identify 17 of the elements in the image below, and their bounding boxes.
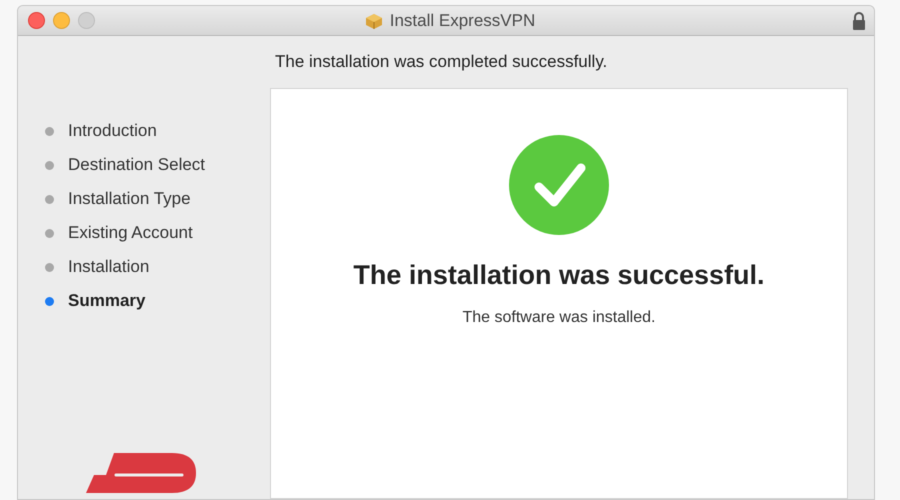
- step-label: Introduction: [68, 120, 157, 142]
- step-label: Summary: [68, 290, 146, 312]
- package-icon: [364, 12, 384, 30]
- logo-icon: [86, 453, 196, 493]
- status-heading: The installation was completed successfully.: [274, 51, 608, 74]
- window-title: Install ExpressVPN: [390, 10, 536, 32]
- zoom-button[interactable]: [78, 12, 95, 29]
- step-label: Installation: [68, 256, 150, 278]
- close-button[interactable]: [28, 12, 45, 29]
- step-label: Installation Type: [68, 188, 191, 210]
- result-title: The installation was successful.: [353, 259, 765, 292]
- step-label: Existing Account: [68, 222, 193, 244]
- lock-icon: [852, 12, 866, 30]
- step-label: Destination Select: [68, 154, 206, 176]
- minimize-button[interactable]: [53, 12, 70, 29]
- result-message: The software was installed.: [462, 308, 656, 328]
- check-icon: [509, 135, 609, 235]
